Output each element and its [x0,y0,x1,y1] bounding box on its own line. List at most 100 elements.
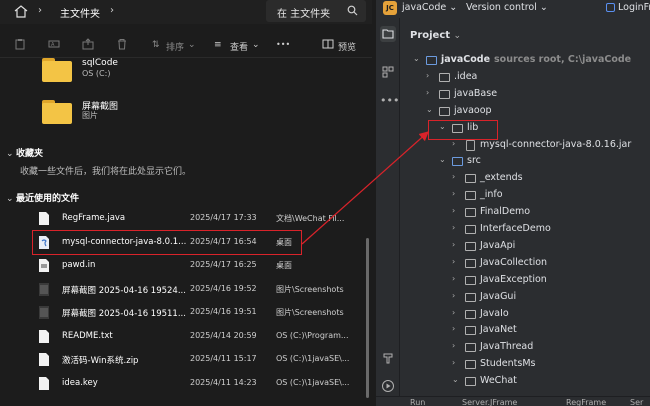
chevron-right-icon[interactable]: › [452,324,455,333]
chevron-right-icon[interactable]: › [452,308,455,317]
chevron-down-icon[interactable]: ⌄ [6,194,16,204]
folder-icon [439,89,450,99]
project-selector[interactable]: javaCode ⌄ [402,2,457,13]
chevron-right-icon[interactable]: › [452,274,455,283]
tree-node-javacode[interactable]: ⌄ javaCode sources root, C:\javaCode [401,52,650,69]
sort-arrows-icon: ⇅ [152,40,160,50]
file-name: RegFrame.java [62,213,126,223]
preview-button[interactable]: 预览 [338,40,356,53]
project-panel-title[interactable]: Project ⌄ [410,30,461,41]
structure-icon[interactable] [380,64,396,80]
project-tool-window: Project ⌄ ⌄ javaCode sources root, C:\java… [401,18,650,406]
recent-file-row[interactable]: pawd.in 2025/4/17 16:25 桌面 [30,255,366,277]
tree-node-src[interactable]: ⌄ src [401,153,650,170]
recent-file-row[interactable]: 屏幕截图 2025-04-16 19511... 2025/4/16 19:51 图… [30,302,366,324]
chevron-down-icon[interactable]: ⌄ [413,54,420,63]
folder-icon [465,275,476,285]
file-modified-date: 2025/4/14 20:59 [190,330,257,340]
tree-node-javacollection[interactable]: › JavaCollection [401,255,650,272]
tree-node-wechat[interactable]: ⌄ WeChat [401,373,650,390]
chevron-right-icon[interactable]: › [426,71,429,80]
project-folder-icon[interactable] [380,26,396,42]
chevron-down-icon[interactable]: ⌄ [6,149,16,159]
file-name: README.txt [62,330,113,341]
folder-icon[interactable] [42,100,72,124]
chevron-right-icon[interactable]: › [452,341,455,350]
folder-icon[interactable] [42,58,72,82]
run-config-icon [606,3,615,12]
chevron-right-icon[interactable]: › [452,257,455,266]
file-name: pawd.in [62,260,96,270]
pinned-folder-name[interactable]: sqlCode [82,58,118,68]
recent-files-header[interactable]: ⌄ 最近使用的文件 [6,191,79,204]
chevron-right-icon[interactable]: › [110,5,114,16]
bottom-tab[interactable]: Ser [630,398,643,406]
tree-node-label: javaBase [454,87,498,99]
favorites-header[interactable]: ⌄ 收藏夹 [6,146,43,159]
tree-node-javaapi[interactable]: › JavaApi [401,238,650,255]
view-button[interactable]: 查看 [230,40,248,53]
sort-button[interactable]: 排序 [166,40,184,53]
bottom-tab[interactable]: Server.JFrame [462,398,517,406]
version-control-menu[interactable]: Version control ⌄ [466,2,548,13]
ide-window: JC javaCode ⌄ Version control ⌄ LoginFr … [376,0,650,406]
tree-node-interfacedemo[interactable]: › InterfaceDemo [401,221,650,238]
chevron-right-icon[interactable]: › [452,223,455,232]
recent-file-row[interactable]: 屏幕截图 2025-04-16 19524... 2025/4/16 19:52 图… [30,279,366,301]
chevron-right-icon[interactable]: › [452,206,455,215]
tree-node-info[interactable]: › _info [401,187,650,204]
run-config-selector[interactable]: LoginFr [618,2,650,13]
project-badge[interactable]: JC [383,1,397,15]
search-icon [347,5,358,16]
tree-node-javaexception[interactable]: › JavaException [401,272,650,289]
recent-file-row[interactable]: 激活码-Win系统.zip 2025/4/11 15:17 OS (C:)\1jav… [30,349,366,371]
scrollbar[interactable] [366,238,369,398]
folder-icon [465,225,476,234]
tree-node-javaio[interactable]: › JavaIo [401,306,650,323]
more-button[interactable]: ••• [276,40,290,49]
chevron-right-icon[interactable]: › [452,240,455,249]
tree-node-javaoop[interactable]: ⌄ javaoop [401,103,650,120]
tree-node-extends[interactable]: › _extends [401,170,650,187]
chevron-right-icon[interactable]: › [452,172,455,181]
tool-window-strip: ••• [376,18,400,406]
file-modified-date: 2025/4/17 17:33 [190,213,257,222]
folder-icon [465,360,476,370]
ide-title-bar: JC javaCode ⌄ Version control ⌄ LoginFr [376,0,650,18]
recent-file-row[interactable]: RegFrame.java 2025/4/17 17:33 文档\WeChat Fi… [30,208,366,230]
more-tools-icon[interactable]: ••• [380,94,399,110]
recent-file-row[interactable]: README.txt 2025/4/14 20:59 OS (C:)\Program… [30,326,366,348]
chevron-right-icon[interactable]: › [426,88,429,97]
recent-file-row[interactable]: idea.key 2025/4/11 14:23 OS (C:)\1javaSE\.… [30,373,366,395]
folder-icon [465,292,476,302]
tree-node-javabase[interactable]: › javaBase [401,86,650,103]
folder-icon [426,56,437,65]
chevron-down-icon[interactable]: ⌄ [426,105,433,114]
tree-node-label: javaoop [454,104,492,116]
search-box[interactable]: 在 主文件夹 [266,0,366,22]
build-hammer-icon[interactable] [380,350,396,366]
run-icon[interactable] [380,378,396,394]
chevron-right-icon[interactable]: › [452,291,455,300]
tree-node-idea[interactable]: › .idea [401,69,650,86]
tree-node-javanet[interactable]: › JavaNet [401,322,650,339]
chevron-right-icon[interactable]: › [452,189,455,198]
tree-node-studentsms[interactable]: › StudentsMs [401,356,650,373]
chevron-down-icon[interactable]: ⌄ [439,155,446,164]
folder-icon [465,174,476,184]
tree-node-finaldemo[interactable]: › FinalDemo [401,204,650,221]
chevron-right-icon[interactable]: › [38,5,42,16]
chevron-down-icon[interactable]: ⌄ [452,375,459,384]
delete-icon[interactable] [116,38,128,50]
bottom-tab[interactable]: RegFrame [566,398,606,406]
tree-node-javagui[interactable]: › JavaGui [401,289,650,306]
share-icon[interactable] [82,38,94,50]
home-icon[interactable] [14,5,28,18]
bottom-tab[interactable]: Run [410,398,425,406]
clipboard-icon[interactable] [14,38,26,50]
tree-node-javathread[interactable]: › JavaThread [401,339,650,356]
rename-icon[interactable]: A [48,38,60,50]
preview-pane-icon[interactable] [322,38,334,50]
chevron-right-icon[interactable]: › [452,358,455,367]
address-path[interactable]: 主文件夹 [60,5,100,20]
